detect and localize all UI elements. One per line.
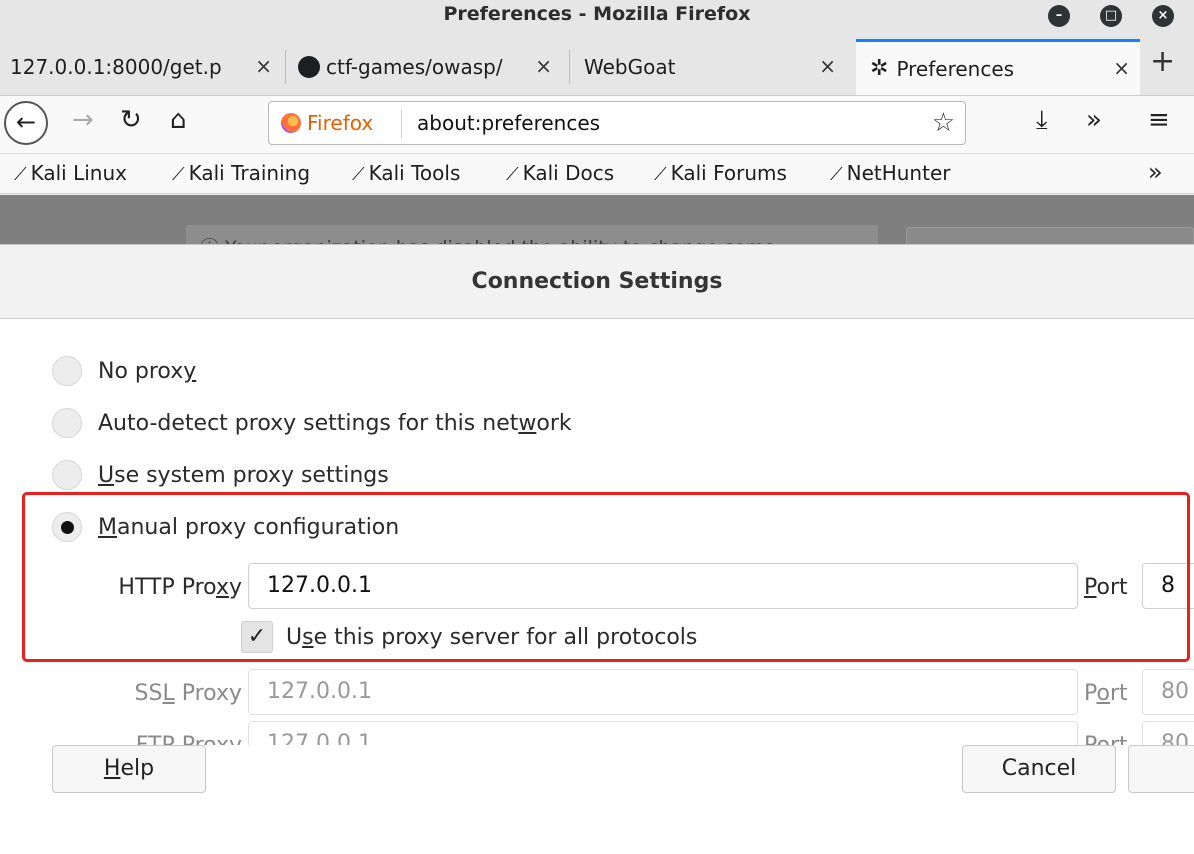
dialog-header: Connection Settings <box>0 245 1194 319</box>
bookmark-kali-tools[interactable]: ⟋ Kali Tools <box>352 161 460 185</box>
kali-dragon-icon: ⟋ <box>506 164 519 185</box>
kali-dragon-icon: ⟋ <box>14 164 27 185</box>
window-title: Preferences - Mozilla Firefox <box>443 3 751 25</box>
ftp-proxy-input: 127.0.0.1 <box>248 721 1078 745</box>
bookmark-kali-docs[interactable]: ⟋ Kali Docs <box>506 161 614 185</box>
tab-webgoat[interactable]: WebGoat × <box>584 40 846 94</box>
use-for-all-checkbox[interactable]: ✓ <box>241 621 273 653</box>
kali-dragon-icon: ⟋ <box>830 164 843 185</box>
cancel-button[interactable]: Cancel <box>962 745 1116 793</box>
page-backdrop: ⓘ Your organization has disabled the abi… <box>0 195 1194 257</box>
bookmark-kali-forums[interactable]: ⟋ Kali Forums <box>654 161 787 185</box>
radio-button[interactable] <box>52 356 82 386</box>
dialog-footer: Help Cancel <box>0 745 1194 854</box>
forward-button[interactable]: → <box>72 105 94 135</box>
menu-icon[interactable]: ≡ <box>1148 105 1170 135</box>
ssl-proxy-label: SSL Proxy <box>134 681 242 706</box>
kali-dragon-icon: ⟋ <box>352 164 365 185</box>
radio-label: Auto-detect proxy settings for this netw… <box>98 410 572 436</box>
minimize-button[interactable]: – <box>1048 5 1070 27</box>
bookmarks-toolbar: ⟋ Kali Linux ⟋ Kali Training ⟋ Kali Tools ⟋… <box>0 154 1194 194</box>
ssl-proxy-input: 127.0.0.1 <box>248 669 1078 715</box>
title-bar: Preferences - Mozilla Firefox – □ × <box>0 0 1194 36</box>
ssl-port-input: 80 <box>1142 669 1194 715</box>
firefox-icon <box>281 113 301 133</box>
radio-button[interactable] <box>52 460 82 490</box>
maximize-button[interactable]: □ <box>1100 5 1122 27</box>
ftp-proxy-label: FTP Proxy <box>60 733 242 745</box>
downloads-icon[interactable]: ⤓ <box>1036 105 1048 136</box>
radio-manual-proxy[interactable]: Manual proxy configuration <box>52 512 399 542</box>
brand-label: Firefox <box>307 111 374 135</box>
tab-ctf-games[interactable]: ctf-games/owasp/ × <box>298 40 562 94</box>
ftp-port-label: Port <box>1084 733 1128 745</box>
url-bar[interactable]: Firefox about:preferences ☆ <box>268 101 966 145</box>
tab-preferences[interactable]: ✲ Preferences × <box>856 39 1140 95</box>
http-port-input[interactable]: 8 <box>1142 563 1194 609</box>
radio-button-selected[interactable] <box>52 512 82 542</box>
radio-label: No proxy <box>98 358 197 384</box>
radio-auto-detect[interactable]: Auto-detect proxy settings for this netw… <box>52 408 572 438</box>
identity-box[interactable]: Firefox <box>281 111 373 135</box>
dialog-body: No proxy Auto-detect proxy settings for … <box>0 320 1194 745</box>
radio-button[interactable] <box>52 408 82 438</box>
tab-label: Preferences <box>896 56 1015 81</box>
http-proxy-label: HTTP Proxy <box>118 575 242 600</box>
tab-close-icon[interactable]: × <box>1109 56 1130 80</box>
ok-button[interactable] <box>1128 745 1194 793</box>
tab-close-icon[interactable]: × <box>531 54 552 78</box>
navigation-bar: ← → ↻ ⌂ Firefox about:preferences ☆ ⤓ » … <box>0 96 1194 154</box>
github-icon <box>298 56 320 78</box>
radio-label: Use system proxy settings <box>98 462 389 488</box>
dialog-title: Connection Settings <box>471 269 723 294</box>
back-button[interactable]: ← <box>4 101 48 145</box>
url-text[interactable]: about:preferences <box>417 111 600 135</box>
new-tab-button[interactable]: + <box>1150 44 1175 79</box>
bookmark-kali-training[interactable]: ⟋ Kali Training <box>172 161 310 185</box>
http-port-label: Port <box>1084 575 1128 600</box>
radio-system-proxy[interactable]: Use system proxy settings <box>52 460 389 490</box>
tab-label: 127.0.0.1:8000/get.p <box>10 55 222 79</box>
help-button[interactable]: Help <box>52 745 206 793</box>
bookmarks-overflow-icon[interactable]: » <box>1148 158 1163 186</box>
connection-settings-dialog: Connection Settings No proxy Auto-detect… <box>0 244 1194 854</box>
gear-icon: ✲ <box>870 56 889 81</box>
ftp-port-input: 80 <box>1142 721 1194 745</box>
use-for-all-label: Use this proxy server for all protocols <box>286 625 698 650</box>
radio-label: Manual proxy configuration <box>98 514 400 540</box>
bookmark-nethunter[interactable]: ⟋ NetHunter <box>830 161 950 185</box>
tab-close-icon[interactable]: × <box>251 54 272 78</box>
tab-label: WebGoat <box>584 55 676 79</box>
overflow-chevron-icon[interactable]: » <box>1086 105 1102 135</box>
kali-dragon-icon: ⟋ <box>172 164 185 185</box>
ssl-port-label: Port <box>1084 681 1128 706</box>
bookmark-star-icon[interactable]: ☆ <box>932 108 955 138</box>
bookmark-kali-linux[interactable]: ⟋ Kali Linux <box>14 161 127 185</box>
tab-get-page[interactable]: 127.0.0.1:8000/get.p × <box>10 40 282 94</box>
kali-dragon-icon: ⟋ <box>654 164 667 185</box>
radio-no-proxy[interactable]: No proxy <box>52 356 196 386</box>
tab-label: ctf-games/owasp/ <box>326 55 503 79</box>
reload-button[interactable]: ↻ <box>120 105 142 135</box>
tab-close-icon[interactable]: × <box>815 54 836 78</box>
http-proxy-input[interactable]: 127.0.0.1 <box>248 563 1078 609</box>
tab-strip: 127.0.0.1:8000/get.p × ctf-games/owasp/ … <box>0 36 1194 96</box>
home-button[interactable]: ⌂ <box>170 105 187 135</box>
close-window-button[interactable]: × <box>1152 5 1174 27</box>
